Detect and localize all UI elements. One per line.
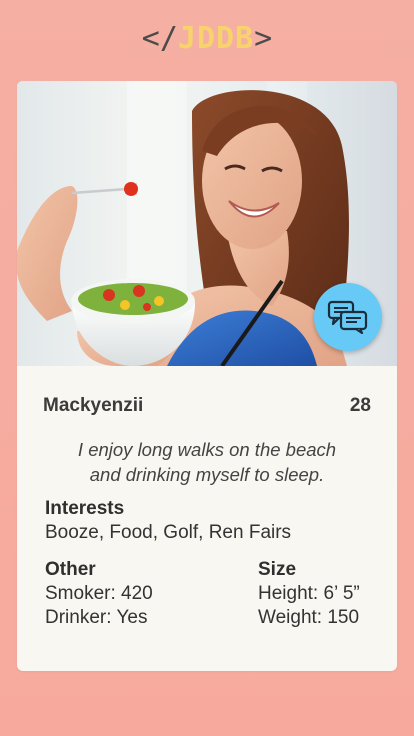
profile-card: Mackyenzii 28 I enjoy long walks on the … [17, 81, 397, 671]
weight-value: Weight: 150 [258, 607, 360, 628]
smoker-value: Smoker: 420 [45, 583, 153, 604]
chat-button[interactable] [314, 283, 382, 351]
profile-age: 28 [349, 395, 371, 416]
drinker-value: Drinker: Yes [45, 607, 148, 628]
height-value: Height: 6’ 5” [258, 583, 360, 604]
logo-close-bracket: > [254, 20, 273, 56]
other-title: Other [45, 559, 96, 580]
interests-title: Interests [45, 498, 125, 519]
logo-brand: JDDB [177, 20, 255, 56]
bio-line: and drinking myself to sleep. [89, 464, 325, 485]
profile-name: Mackyenzii [43, 395, 144, 416]
app-logo: </ JDDB > [0, 18, 414, 58]
bio-line: I enjoy long walks on the beach [77, 439, 337, 460]
interests-value: Booze, Food, Golf, Ren Fairs [45, 522, 292, 543]
name-age-row: Mackyenzii 28 [43, 395, 371, 417]
profile-bio: I enjoy long walks on the beach and drin… [43, 437, 371, 487]
size-title: Size [258, 559, 297, 580]
logo-open-bracket: </ [141, 20, 178, 56]
chat-bubbles-icon [327, 300, 368, 334]
profile-photo [17, 81, 397, 366]
